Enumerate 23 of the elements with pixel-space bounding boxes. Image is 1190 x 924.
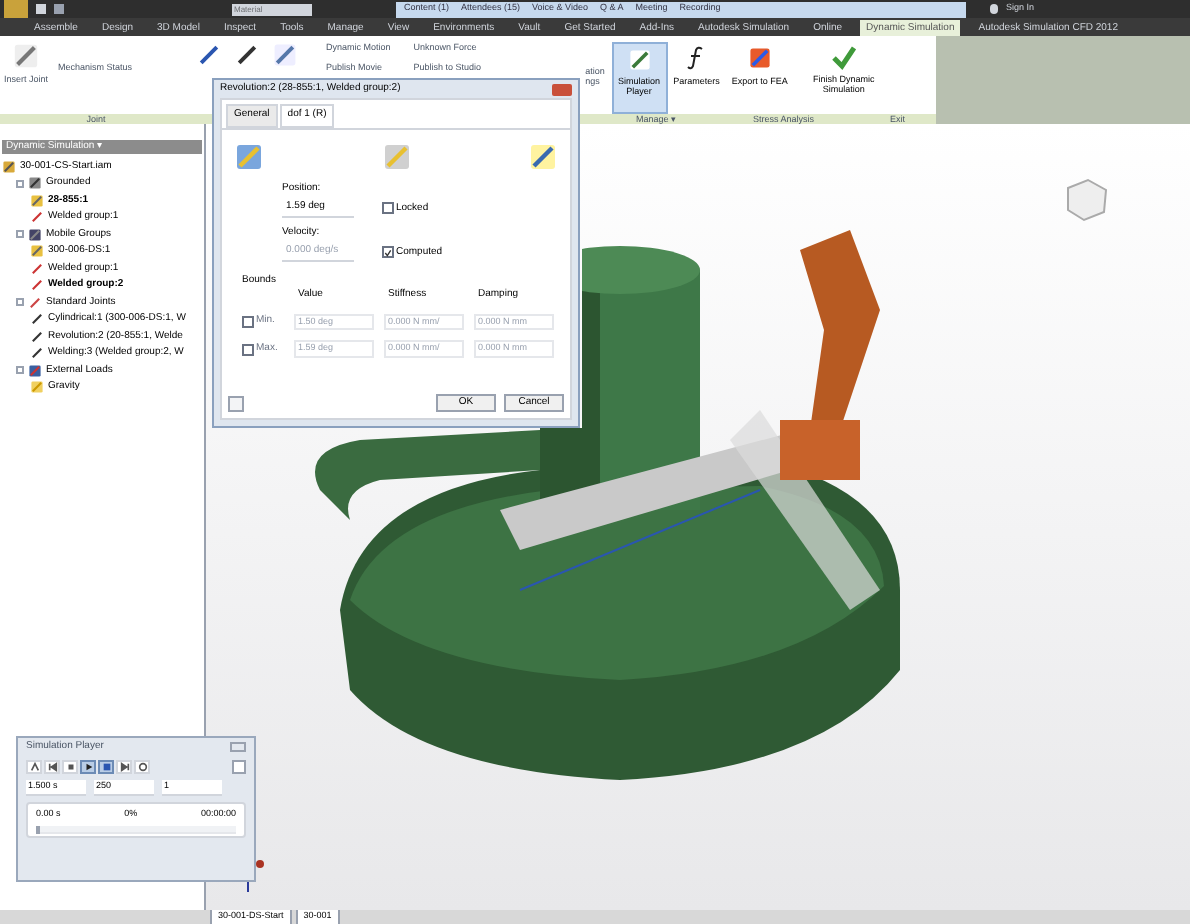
help-button[interactable] — [228, 395, 244, 411]
checkbox[interactable] — [242, 315, 254, 328]
collapse-button[interactable] — [230, 742, 246, 752]
node-icon — [2, 159, 16, 174]
construct-button[interactable] — [26, 760, 42, 774]
play-button[interactable] — [80, 760, 96, 774]
expand-icon[interactable] — [16, 179, 24, 188]
checkbox[interactable] — [382, 246, 394, 259]
stop-button[interactable] — [62, 760, 78, 774]
expand-icon[interactable] — [16, 366, 24, 375]
checkbox[interactable] — [242, 343, 254, 356]
close-button[interactable] — [552, 83, 572, 95]
save-button[interactable] — [232, 760, 246, 774]
loop-button[interactable] — [134, 760, 150, 774]
checkmark-icon — [831, 46, 856, 70]
function-icon — [686, 46, 707, 70]
expand-icon[interactable] — [16, 298, 24, 307]
expand-icon[interactable] — [16, 230, 24, 239]
checkbox[interactable] — [382, 202, 394, 215]
end-button[interactable] — [116, 760, 132, 774]
start-button[interactable] — [44, 760, 60, 774]
user-icon[interactable] — [990, 4, 998, 14]
record-button[interactable] — [98, 760, 114, 774]
